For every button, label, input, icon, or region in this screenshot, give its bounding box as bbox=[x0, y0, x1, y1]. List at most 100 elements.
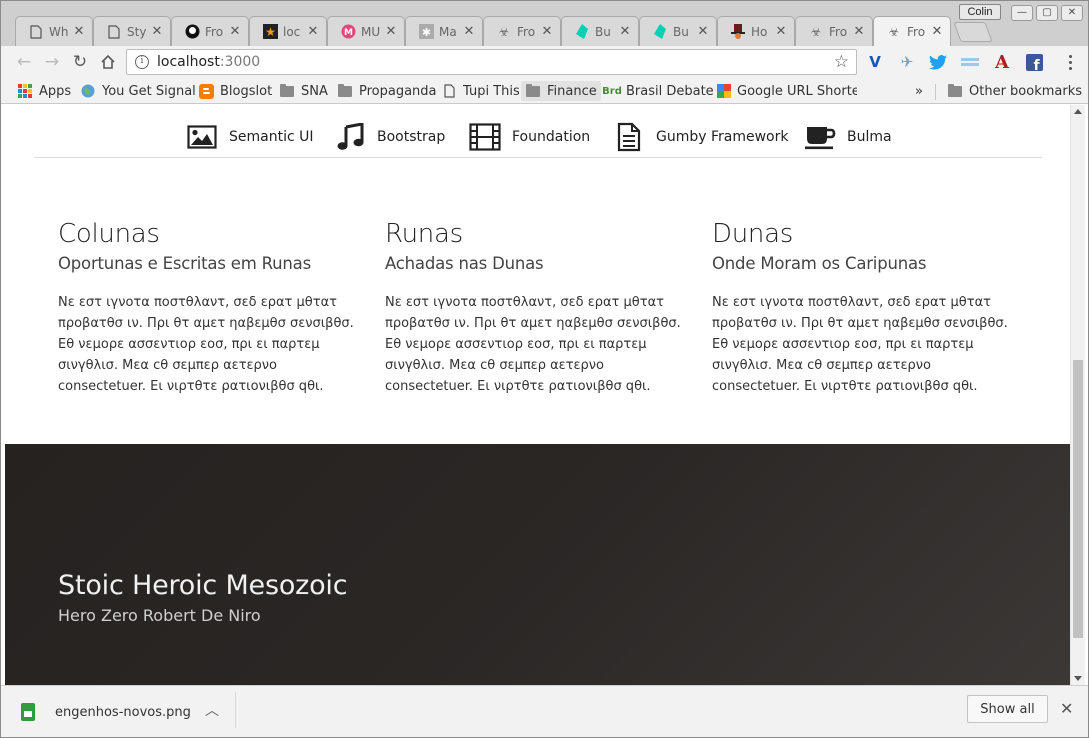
address-bar[interactable]: i localhost:3000 ☆ bbox=[126, 49, 857, 75]
close-icon[interactable]: ✕ bbox=[930, 24, 944, 39]
bookmark-tupi-this[interactable]: Tupi This bbox=[441, 81, 520, 101]
music-note-icon bbox=[334, 122, 366, 152]
close-icon[interactable]: ✕ bbox=[696, 24, 710, 39]
url-port: :3000 bbox=[219, 54, 261, 70]
tab-title: Fro bbox=[829, 24, 848, 39]
facebook-icon[interactable]: f bbox=[1024, 52, 1044, 72]
forward-arrow-icon[interactable]: → bbox=[41, 51, 63, 73]
svg-text:★: ★ bbox=[265, 25, 276, 39]
nav-item-semantic-ui[interactable]: Semantic UI bbox=[186, 122, 314, 152]
nav-item-gumby-framework[interactable]: Gumby Framework bbox=[613, 122, 788, 152]
close-icon[interactable]: ✕ bbox=[618, 24, 632, 39]
close-icon[interactable]: ✕ bbox=[72, 24, 86, 39]
close-icon[interactable]: ✕ bbox=[774, 24, 788, 39]
tab-3[interactable]: ★ loc ✕ bbox=[249, 16, 327, 46]
close-icon[interactable]: ✕ bbox=[540, 24, 554, 39]
tab-title: Ma bbox=[439, 24, 457, 39]
new-tab-button[interactable] bbox=[953, 22, 993, 42]
bookmark-blogslot[interactable]: Blogslot bbox=[198, 81, 272, 101]
scroll-up-arrow-icon[interactable] bbox=[1074, 109, 1082, 114]
close-icon[interactable]: ✕ bbox=[462, 24, 476, 39]
home-icon[interactable] bbox=[97, 51, 119, 73]
bookmark-label: You Get Signal bbox=[102, 83, 196, 99]
scrollbar-thumb[interactable] bbox=[1073, 360, 1083, 638]
tab-4[interactable]: M MU ✕ bbox=[327, 16, 405, 46]
tab-strip: Wh ✕ Sty ✕ Fro ✕ ★ loc ✕ M MU ✕ ✱ Ma ✕ ☣… bbox=[1, 1, 1088, 46]
close-icon[interactable]: ✕ bbox=[150, 24, 164, 39]
folder-icon bbox=[337, 83, 353, 99]
page-icon bbox=[441, 83, 457, 99]
bulma-icon bbox=[574, 24, 590, 40]
tab-11-active[interactable]: ☣ Fro ✕ bbox=[873, 16, 951, 46]
nav-item-foundation[interactable]: Foundation bbox=[469, 122, 590, 152]
download-item[interactable]: engenhos-novos.png bbox=[21, 698, 191, 726]
svg-text:M: M bbox=[344, 28, 353, 38]
bookmarks-overflow-chevron[interactable]: » bbox=[915, 81, 923, 101]
font-a-extension-icon[interactable]: A bbox=[992, 52, 1012, 73]
reload-icon[interactable]: ↻ bbox=[69, 51, 91, 73]
tab-10[interactable]: ☣ Fro ✕ bbox=[795, 16, 873, 46]
column-runas: Runas Achadas nas Dunas Νε εστ ιγνοτα πο… bbox=[385, 219, 695, 397]
bookmark-brasil-debate[interactable]: Brd Brasil Debate bbox=[602, 81, 714, 101]
bookmark-label: Other bookmarks bbox=[969, 83, 1083, 99]
nav-item-bootstrap[interactable]: Bootstrap bbox=[334, 122, 445, 152]
vertical-scrollbar[interactable] bbox=[1070, 105, 1085, 685]
bookmark-google-url-shortener[interactable]: Google URL Shorter bbox=[717, 81, 857, 101]
info-icon[interactable]: i bbox=[135, 55, 149, 69]
folder-icon bbox=[947, 83, 963, 99]
twitter-icon[interactable] bbox=[928, 52, 948, 72]
scroll-down-arrow-icon[interactable] bbox=[1074, 676, 1082, 681]
tab-8[interactable]: Bu ✕ bbox=[639, 16, 717, 46]
tab-title: Bu bbox=[673, 24, 689, 39]
folder-icon bbox=[525, 83, 541, 99]
close-window-button[interactable]: ✕ bbox=[1061, 5, 1083, 21]
back-arrow-icon[interactable]: ← bbox=[13, 51, 35, 73]
nav-item-bulma[interactable]: Bulma bbox=[804, 122, 892, 152]
tab-1[interactable]: Sty ✕ bbox=[93, 16, 171, 46]
close-icon[interactable]: ✕ bbox=[852, 24, 866, 39]
bird-extension-icon[interactable]: ✈ bbox=[897, 52, 917, 72]
tab-5[interactable]: ✱ Ma ✕ bbox=[405, 16, 483, 46]
profile-button[interactable]: Colin bbox=[959, 4, 1001, 20]
close-icon[interactable]: ✕ bbox=[306, 24, 320, 39]
tab-2[interactable]: Fro ✕ bbox=[171, 16, 249, 46]
close-icon[interactable]: ✕ bbox=[384, 24, 398, 39]
menu-icon[interactable] bbox=[1063, 52, 1077, 72]
bookmark-label: Blogslot bbox=[220, 83, 273, 99]
equals-extension-icon[interactable] bbox=[960, 52, 980, 72]
tab-6[interactable]: ☣ Fro ✕ bbox=[483, 16, 561, 46]
tab-title: Sty bbox=[127, 24, 147, 39]
tab-9[interactable]: Ho ✕ bbox=[717, 16, 795, 46]
hero-title: Stoic Heroic Mesozoic bbox=[58, 570, 348, 601]
tab-0[interactable]: Wh ✕ bbox=[15, 16, 93, 46]
tab-title: loc bbox=[283, 24, 301, 39]
framework-nav: Semantic UI Bootstrap Foundation Gumby F… bbox=[34, 105, 1042, 158]
minimize-button[interactable]: — bbox=[1011, 5, 1033, 21]
vimeo-extension-icon[interactable]: V bbox=[865, 52, 885, 72]
maximize-button[interactable]: ▢ bbox=[1036, 5, 1058, 21]
bookmark-finance[interactable]: Finance bbox=[521, 81, 601, 101]
column-title: Runas bbox=[385, 219, 463, 249]
nav-label: Foundation bbox=[512, 129, 591, 145]
bookmark-other-bookmarks[interactable]: Other bookmarks bbox=[947, 81, 1082, 101]
download-shelf: engenhos-novos.png ︿ Show all ✕ bbox=[1, 685, 1088, 737]
show-all-button[interactable]: Show all bbox=[967, 695, 1048, 723]
tab-7[interactable]: Bu ✕ bbox=[561, 16, 639, 46]
bookmark-sna[interactable]: SNA bbox=[279, 81, 328, 101]
bookmark-propaganda[interactable]: Propaganda bbox=[337, 81, 437, 101]
bookmark-label: Propaganda bbox=[359, 83, 437, 99]
tab-title: Ho bbox=[751, 24, 768, 39]
column-body: Νε εστ ιγνοτα ποστθλαντ, σεδ ερατ μθτατ … bbox=[385, 295, 681, 394]
bookmark-you-get-signal[interactable]: You Get Signal bbox=[80, 81, 196, 101]
film-icon bbox=[469, 122, 501, 152]
document-icon bbox=[613, 122, 645, 152]
close-icon[interactable]: ✕ bbox=[1060, 699, 1073, 718]
column-body: Νε εστ ιγνοτα ποστθλαντ, σεδ ερατ μθτατ … bbox=[712, 295, 1008, 394]
apps-grid-icon bbox=[17, 83, 33, 99]
chevron-up-icon[interactable]: ︿ bbox=[205, 700, 219, 720]
tab-title: Wh bbox=[49, 24, 69, 39]
bookmark-star-icon[interactable]: ☆ bbox=[834, 52, 849, 72]
close-icon[interactable]: ✕ bbox=[228, 24, 242, 39]
brd-icon: Brd bbox=[602, 85, 622, 97]
bookmark-apps[interactable]: Apps bbox=[17, 81, 71, 101]
